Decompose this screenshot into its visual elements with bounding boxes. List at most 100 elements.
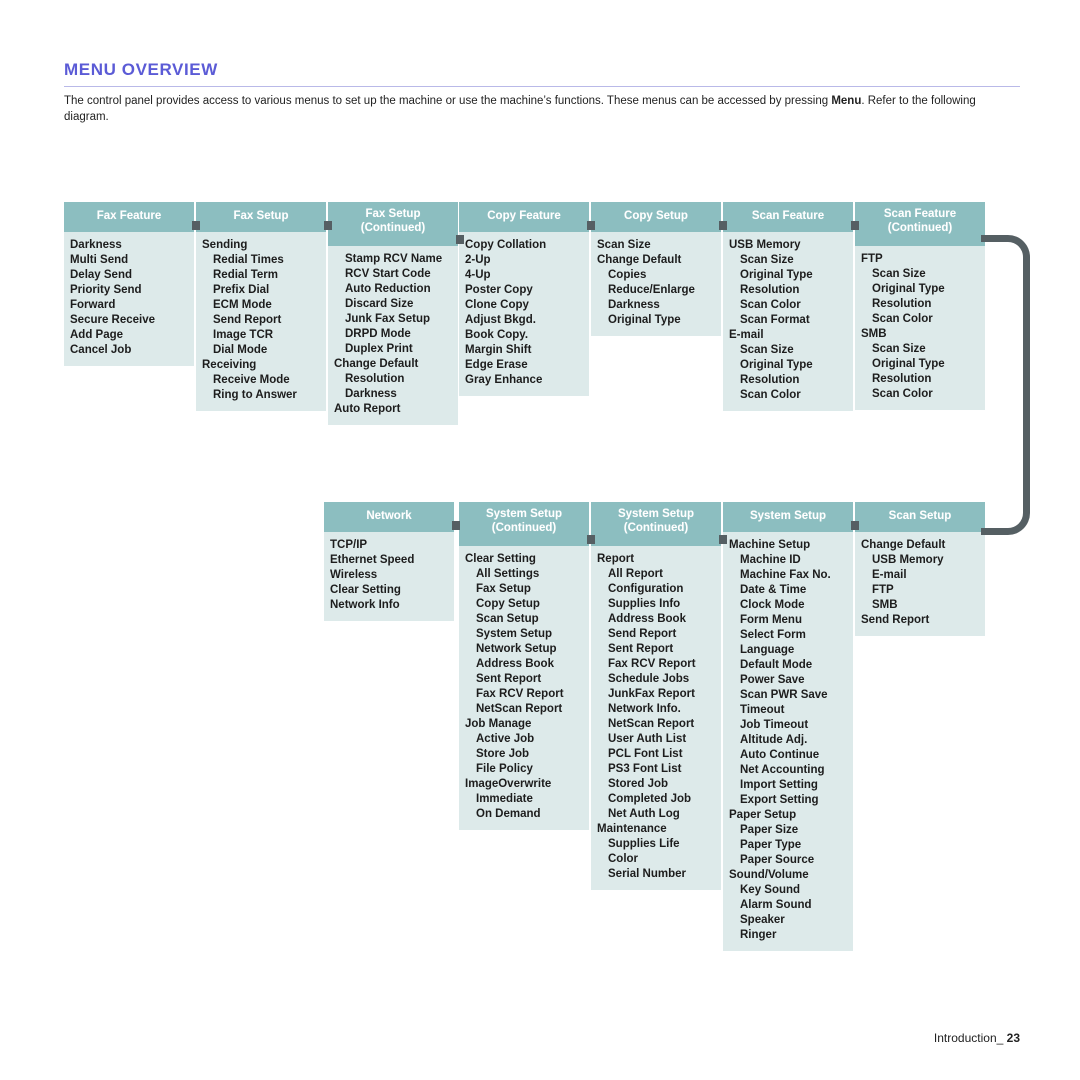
menu-item[interactable]: Adjust Bkgd. — [465, 313, 583, 328]
menu-item[interactable]: Copy Setup — [465, 597, 583, 612]
menu-item[interactable]: Darkness — [597, 298, 715, 313]
menu-item[interactable]: Wireless — [330, 568, 448, 583]
menu-item[interactable]: Scan Color — [861, 387, 979, 402]
menu-item[interactable]: NetScan Report — [597, 717, 715, 732]
menu-item[interactable]: Original Type — [729, 268, 847, 283]
menu-item[interactable]: Cancel Job — [70, 343, 188, 358]
menu-item[interactable]: Completed Job — [597, 792, 715, 807]
menu-item[interactable]: Report — [597, 552, 715, 567]
menu-item[interactable]: Book Copy. — [465, 328, 583, 343]
menu-item[interactable]: Resolution — [861, 297, 979, 312]
menu-item[interactable]: Export Setting — [729, 793, 847, 808]
menu-item[interactable]: Address Book — [465, 657, 583, 672]
menu-item[interactable]: Timeout — [729, 703, 847, 718]
menu-item[interactable]: Clone Copy — [465, 298, 583, 313]
menu-item[interactable]: Junk Fax Setup — [334, 312, 452, 327]
menu-item[interactable]: Store Job — [465, 747, 583, 762]
menu-item[interactable]: 4-Up — [465, 268, 583, 283]
menu-item[interactable]: Network Setup — [465, 642, 583, 657]
menu-item[interactable]: Serial Number — [597, 867, 715, 882]
menu-item[interactable]: TCP/IP — [330, 538, 448, 553]
menu-item[interactable]: Clear Setting — [465, 552, 583, 567]
menu-item[interactable]: Date & Time — [729, 583, 847, 598]
menu-item[interactable]: Form Menu — [729, 613, 847, 628]
menu-item[interactable]: Net Accounting — [729, 763, 847, 778]
menu-item[interactable]: Darkness — [70, 238, 188, 253]
menu-item[interactable]: Default Mode — [729, 658, 847, 673]
menu-item[interactable]: Configuration — [597, 582, 715, 597]
menu-item[interactable]: All Settings — [465, 567, 583, 582]
menu-item[interactable]: Dial Mode — [202, 343, 320, 358]
menu-item[interactable]: Forward — [70, 298, 188, 313]
menu-item[interactable]: Send Report — [597, 627, 715, 642]
menu-item[interactable]: E-mail — [861, 568, 979, 583]
menu-item[interactable]: JunkFax Report — [597, 687, 715, 702]
menu-item[interactable]: Net Auth Log — [597, 807, 715, 822]
menu-item[interactable]: Sending — [202, 238, 320, 253]
menu-item[interactable]: ImageOverwrite — [465, 777, 583, 792]
menu-item[interactable]: Discard Size — [334, 297, 452, 312]
menu-item[interactable]: Active Job — [465, 732, 583, 747]
menu-item[interactable]: Machine Fax No. — [729, 568, 847, 583]
menu-item[interactable]: Multi Send — [70, 253, 188, 268]
menu-item[interactable]: Scan Size — [861, 267, 979, 282]
menu-item[interactable]: Resolution — [334, 372, 452, 387]
menu-item[interactable]: Paper Setup — [729, 808, 847, 823]
menu-item[interactable]: System Setup — [465, 627, 583, 642]
menu-item[interactable]: PS3 Font List — [597, 762, 715, 777]
menu-item[interactable]: Fax Setup — [465, 582, 583, 597]
menu-item[interactable]: Sent Report — [465, 672, 583, 687]
menu-item[interactable]: Immediate — [465, 792, 583, 807]
menu-item[interactable]: Paper Type — [729, 838, 847, 853]
menu-item[interactable]: Scan Color — [729, 388, 847, 403]
menu-item[interactable]: Send Report — [861, 613, 979, 628]
menu-item[interactable]: Language — [729, 643, 847, 658]
menu-item[interactable]: Scan PWR Save — [729, 688, 847, 703]
menu-item[interactable]: Clock Mode — [729, 598, 847, 613]
menu-item[interactable]: Scan Size — [861, 342, 979, 357]
menu-item[interactable]: SMB — [861, 327, 979, 342]
menu-item[interactable]: Stamp RCV Name — [334, 252, 452, 267]
menu-item[interactable]: Duplex Print — [334, 342, 452, 357]
menu-item[interactable]: Network Info — [330, 598, 448, 613]
menu-item[interactable]: Change Default — [861, 538, 979, 553]
menu-item[interactable]: Job Timeout — [729, 718, 847, 733]
menu-item[interactable]: Original Type — [861, 282, 979, 297]
menu-item[interactable]: Redial Term — [202, 268, 320, 283]
menu-item[interactable]: Sound/Volume — [729, 868, 847, 883]
menu-item[interactable]: Key Sound — [729, 883, 847, 898]
menu-item[interactable]: Image TCR — [202, 328, 320, 343]
menu-item[interactable]: Supplies Life — [597, 837, 715, 852]
menu-item[interactable]: Machine ID — [729, 553, 847, 568]
menu-item[interactable]: Edge Erase — [465, 358, 583, 373]
menu-item[interactable]: Receiving — [202, 358, 320, 373]
menu-item[interactable]: Alarm Sound — [729, 898, 847, 913]
menu-item[interactable]: Darkness — [334, 387, 452, 402]
menu-item[interactable]: Job Manage — [465, 717, 583, 732]
menu-item[interactable]: Select Form — [729, 628, 847, 643]
menu-item[interactable]: Sent Report — [597, 642, 715, 657]
menu-item[interactable]: Delay Send — [70, 268, 188, 283]
menu-item[interactable]: Original Type — [861, 357, 979, 372]
menu-item[interactable]: Original Type — [729, 358, 847, 373]
menu-item[interactable]: Send Report — [202, 313, 320, 328]
menu-item[interactable]: Maintenance — [597, 822, 715, 837]
menu-item[interactable]: Auto Reduction — [334, 282, 452, 297]
menu-item[interactable]: Paper Source — [729, 853, 847, 868]
menu-item[interactable]: DRPD Mode — [334, 327, 452, 342]
menu-item[interactable]: 2-Up — [465, 253, 583, 268]
menu-item[interactable]: Copy Collation — [465, 238, 583, 253]
menu-item[interactable]: Change Default — [334, 357, 452, 372]
menu-item[interactable]: Ethernet Speed — [330, 553, 448, 568]
menu-item[interactable]: Scan Size — [729, 253, 847, 268]
menu-item[interactable]: Resolution — [729, 373, 847, 388]
menu-item[interactable]: Machine Setup — [729, 538, 847, 553]
menu-item[interactable]: Receive Mode — [202, 373, 320, 388]
menu-item[interactable]: PCL Font List — [597, 747, 715, 762]
menu-item[interactable]: USB Memory — [861, 553, 979, 568]
menu-item[interactable]: ECM Mode — [202, 298, 320, 313]
menu-item[interactable]: SMB — [861, 598, 979, 613]
menu-item[interactable]: FTP — [861, 583, 979, 598]
menu-item[interactable]: Reduce/Enlarge — [597, 283, 715, 298]
menu-item[interactable]: Power Save — [729, 673, 847, 688]
